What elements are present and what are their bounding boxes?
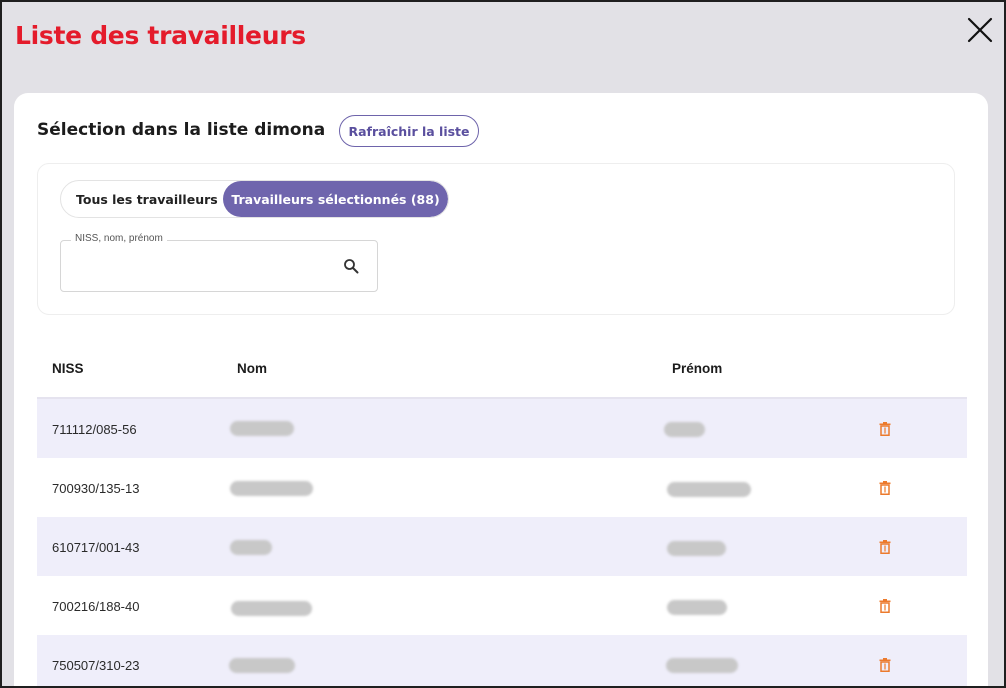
niss-cell: 700216/188-40 (52, 599, 140, 614)
tab-group: Tous les travailleurs Travailleurs sélec… (60, 180, 449, 218)
trash-icon[interactable] (879, 422, 891, 436)
table-row[interactable]: 750507/310-23 (37, 635, 967, 686)
trash-icon[interactable] (879, 481, 891, 495)
redacted-prenom (667, 541, 726, 556)
selection-card: Sélection dans la liste dimona Rafraîchi… (14, 93, 988, 686)
search-field[interactable]: NISS, nom, prénom (60, 233, 378, 292)
workers-table: NISS Nom Prénom 711112/085-56 700930/135… (37, 341, 967, 686)
redacted-prenom (664, 422, 705, 437)
modal-title: Liste des travailleurs (15, 21, 306, 50)
niss-cell: 711112/085-56 (52, 422, 137, 437)
redacted-nom (231, 601, 312, 616)
table-row[interactable]: 700930/135-13 (37, 458, 967, 517)
tab-all-workers[interactable]: Tous les travailleurs (61, 181, 223, 217)
workers-modal: Liste des travailleurs Sélection dans la… (2, 2, 1004, 686)
table-row[interactable]: 711112/085-56 (37, 399, 967, 458)
trash-icon[interactable] (879, 599, 891, 613)
niss-cell: 700930/135-13 (52, 481, 140, 496)
redacted-nom (230, 540, 272, 555)
redacted-nom (229, 658, 295, 673)
close-icon[interactable] (966, 16, 994, 44)
trash-icon[interactable] (879, 540, 891, 554)
search-input[interactable] (73, 255, 337, 279)
tab-selected-workers[interactable]: Travailleurs sélectionnés (88) (223, 181, 448, 217)
redacted-prenom (667, 482, 751, 497)
niss-cell: 610717/001-43 (52, 540, 140, 555)
redacted-prenom (666, 658, 738, 673)
search-icon[interactable] (343, 258, 359, 274)
redacted-nom (230, 481, 313, 496)
column-header-prenom[interactable]: Prénom (672, 361, 722, 376)
filter-panel: Tous les travailleurs Travailleurs sélec… (37, 163, 955, 315)
trash-icon[interactable] (879, 658, 891, 672)
redacted-prenom (667, 600, 727, 615)
redacted-nom (230, 421, 294, 436)
section-title: Sélection dans la liste dimona (37, 120, 326, 140)
refresh-list-button[interactable]: Rafraîchir la liste (339, 115, 479, 147)
niss-cell: 750507/310-23 (52, 658, 140, 673)
table-header: NISS Nom Prénom (37, 341, 967, 399)
column-header-niss[interactable]: NISS (52, 361, 84, 376)
search-label: NISS, nom, prénom (71, 233, 167, 244)
table-row[interactable]: 610717/001-43 (37, 517, 967, 576)
column-header-nom[interactable]: Nom (237, 361, 267, 376)
table-row[interactable]: 700216/188-40 (37, 576, 967, 635)
